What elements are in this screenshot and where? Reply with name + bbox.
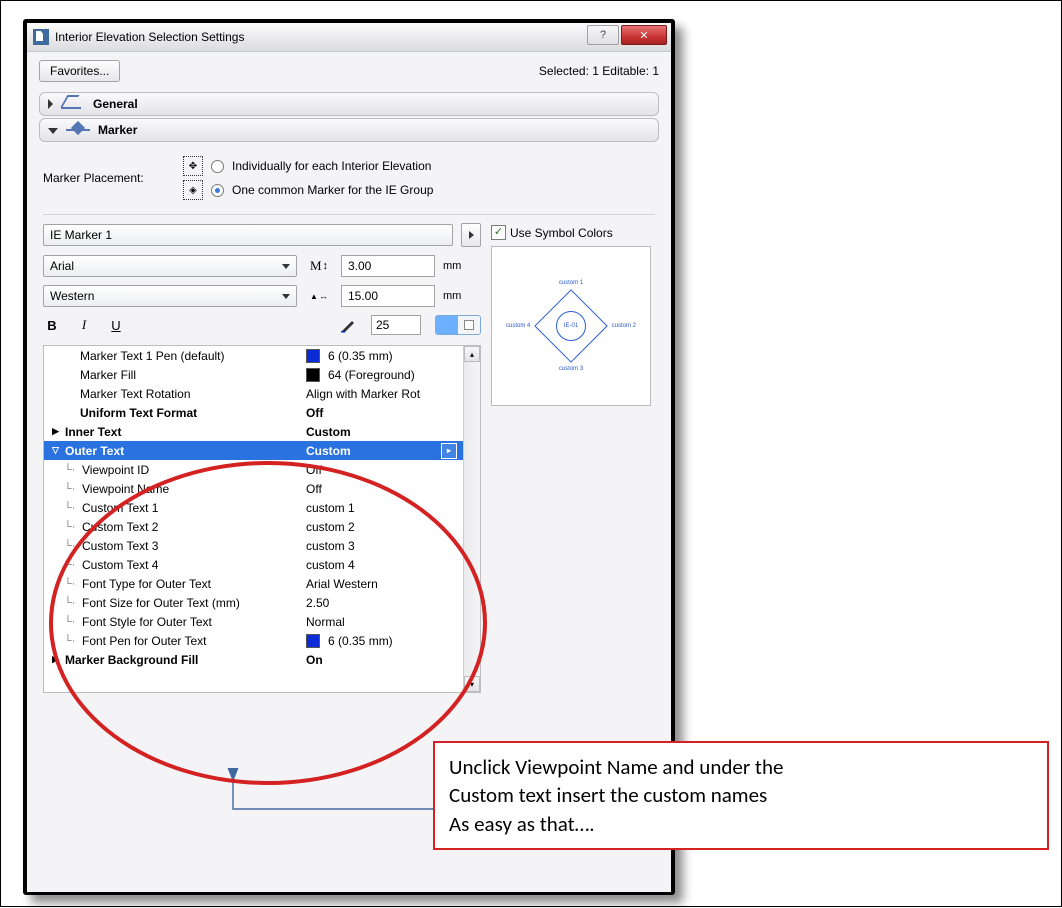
tree-custom-text-4[interactable]: └·Custom Text 4 custom 4 xyxy=(44,555,463,574)
favorites-button[interactable]: Favorites... xyxy=(39,60,120,82)
preview-right: custom 2 xyxy=(612,323,636,329)
tree-font-style-outer[interactable]: └·Font Style for Outer Text Normal xyxy=(44,612,463,631)
tree-font-type-outer[interactable]: └·Font Type for Outer Text Arial Western xyxy=(44,574,463,593)
font-family-value: Arial xyxy=(50,259,74,273)
chevron-down-icon xyxy=(282,264,290,269)
font-script-select[interactable]: Western xyxy=(43,285,297,307)
tree-marker-text-rotation[interactable]: Marker Text Rotation Align with Marker R… xyxy=(44,384,463,403)
text-height-icon xyxy=(305,257,333,275)
chevron-right-icon xyxy=(48,99,53,109)
chevron-down-icon xyxy=(282,294,290,299)
app-icon xyxy=(33,29,49,45)
marker-icon xyxy=(66,123,92,137)
radio-individually[interactable] xyxy=(211,160,224,173)
row-menu-button[interactable]: ▸ xyxy=(441,443,457,459)
placement-common-icon: ◈ xyxy=(183,180,203,200)
scroll-down-button[interactable]: ▾ xyxy=(464,676,480,692)
window-buttons: ? ✕ xyxy=(587,25,667,45)
color-swatch-icon xyxy=(306,349,320,363)
tree-inner-text[interactable]: ▶Inner Text Custom xyxy=(44,422,463,441)
marker-placement-label: Marker Placement: xyxy=(43,171,173,185)
section-general-label: General xyxy=(93,97,138,111)
window-title: Interior Elevation Selection Settings xyxy=(55,30,244,44)
opacity-toggle[interactable] xyxy=(435,315,481,335)
use-symbol-colors-checkbox[interactable] xyxy=(491,225,506,240)
chevron-down-icon xyxy=(48,128,58,134)
scroll-up-button[interactable]: ▴ xyxy=(464,346,480,362)
radio-common-label: One common Marker for the IE Group xyxy=(232,183,433,197)
marker-placement-row: Marker Placement: ✥ Individually for eac… xyxy=(43,152,655,204)
marker-type-select[interactable]: IE Marker 1 xyxy=(43,224,453,246)
marker-panel: Marker Placement: ✥ Individually for eac… xyxy=(43,152,655,693)
text-height-input[interactable]: 3.00 xyxy=(341,255,435,277)
unit-mm: mm xyxy=(443,260,473,272)
font-script-value: Western xyxy=(50,289,94,303)
tree-custom-text-1[interactable]: └·Custom Text 1 custom 1 xyxy=(44,498,463,517)
selection-status: Selected: 1 Editable: 1 xyxy=(539,64,659,78)
section-general[interactable]: General xyxy=(39,92,659,116)
callout-line-3: As easy as that…. xyxy=(449,810,1033,838)
italic-button[interactable]: I xyxy=(75,317,93,333)
marker-controls-left: IE Marker 1 Arial 3.00 mm xyxy=(43,223,481,693)
color-swatch-icon xyxy=(306,634,320,648)
general-icon xyxy=(61,97,87,111)
dialog-topbar: Favorites... Selected: 1 Editable: 1 xyxy=(39,60,659,82)
placement-options: ✥ Individually for each Interior Elevati… xyxy=(183,152,433,204)
tree-uniform-text-format[interactable]: Uniform Text Format Off xyxy=(44,403,463,422)
close-button[interactable]: ✕ xyxy=(621,25,667,45)
marker-parameters-tree: Marker Text 1 Pen (default) 6 (0.35 mm) … xyxy=(43,345,481,693)
placement-individually-icon: ✥ xyxy=(183,156,203,176)
preview-center: IE-01 xyxy=(556,311,586,341)
tree-marker-fill[interactable]: Marker Fill 64 (Foreground) xyxy=(44,365,463,384)
tree-custom-text-2[interactable]: └·Custom Text 2 custom 2 xyxy=(44,517,463,536)
tree-font-pen-outer[interactable]: └·Font Pen for Outer Text 6 (0.35 mm) xyxy=(44,631,463,650)
preview-left: custom 4 xyxy=(506,323,530,329)
preview-bottom: custom 3 xyxy=(559,366,583,372)
scrollbar[interactable]: ▴ ▾ xyxy=(463,346,480,692)
tree-font-size-outer[interactable]: └·Font Size for Outer Text (mm) 2.50 xyxy=(44,593,463,612)
tree-custom-text-3[interactable]: └·Custom Text 3 custom 3 xyxy=(44,536,463,555)
radio-common[interactable] xyxy=(211,184,224,197)
titlebar: Interior Elevation Selection Settings ? … xyxy=(27,23,671,52)
tree-viewpoint-id[interactable]: └·Viewpoint ID Off xyxy=(44,460,463,479)
callout-line-1: Unclick Viewpoint Name and under the xyxy=(449,753,1033,781)
use-symbol-colors-label: Use Symbol Colors xyxy=(510,226,613,240)
marker-preview: IE-01 custom 1 custom 3 custom 2 custom … xyxy=(491,246,651,406)
bold-button[interactable]: B xyxy=(43,318,61,333)
tree-marker-text1-pen[interactable]: Marker Text 1 Pen (default) 6 (0.35 mm) xyxy=(44,346,463,365)
marker-controls-right: Use Symbol Colors IE-01 custom 1 custom … xyxy=(491,223,651,406)
tree-outer-text[interactable]: ▽Outer Text Custom▸ xyxy=(44,441,463,460)
marker-type-menu-button[interactable] xyxy=(461,223,481,247)
callout-line-2: Custom text insert the custom names xyxy=(449,781,1033,809)
section-marker-label: Marker xyxy=(98,123,137,137)
marker-type-value: IE Marker 1 xyxy=(50,228,112,242)
annotation-callout: Unclick Viewpoint Name and under the Cus… xyxy=(433,741,1049,850)
marker-size-icon xyxy=(305,287,333,305)
preview-top: custom 1 xyxy=(559,280,583,286)
section-marker[interactable]: Marker xyxy=(39,118,659,142)
tree-viewpoint-name[interactable]: └·Viewpoint Name Off xyxy=(44,479,463,498)
pen-picker-icon[interactable] xyxy=(339,316,357,334)
marker-size-input[interactable]: 15.00 xyxy=(341,285,435,307)
help-button[interactable]: ? xyxy=(587,25,619,45)
separator xyxy=(43,214,655,215)
underline-button[interactable]: U xyxy=(107,318,125,333)
font-family-select[interactable]: Arial xyxy=(43,255,297,277)
page-canvas: Interior Elevation Selection Settings ? … xyxy=(0,0,1062,907)
pen-number-input[interactable]: 25 xyxy=(371,315,421,335)
color-swatch-icon xyxy=(306,368,320,382)
unit-mm-2: mm xyxy=(443,290,473,302)
tree-marker-background-fill[interactable]: ▶Marker Background Fill On xyxy=(44,650,463,669)
radio-individually-label: Individually for each Interior Elevation xyxy=(232,159,431,173)
